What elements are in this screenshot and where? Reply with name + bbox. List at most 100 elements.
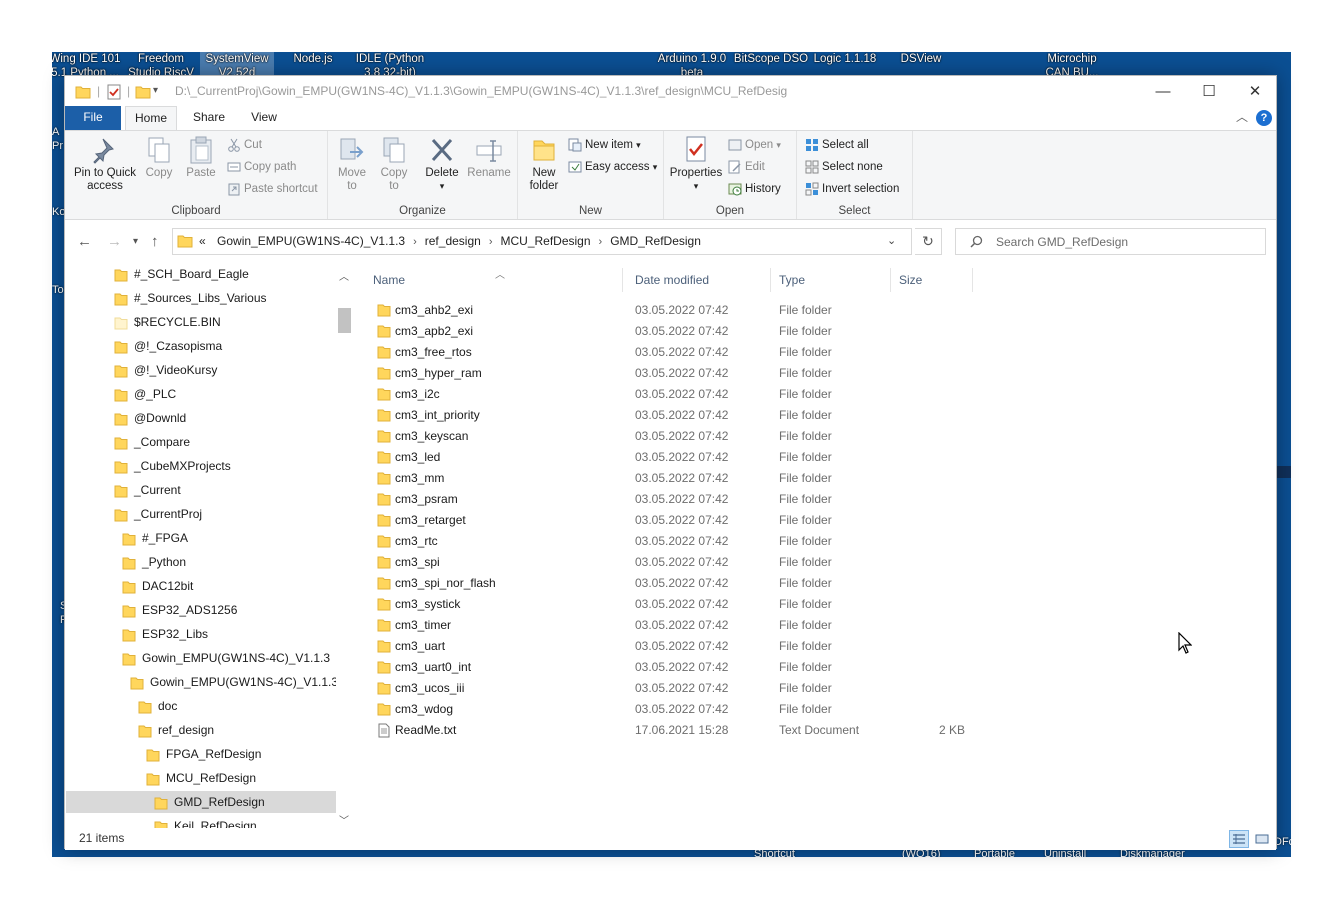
pin-to-quick-access-button[interactable]: Pin to Quick access: [71, 135, 139, 193]
breadcrumb-item[interactable]: MCU_RefDesign: [500, 234, 590, 248]
file-row[interactable]: cm3_psram 03.05.2022 07:42 File folder: [365, 489, 985, 510]
new-folder-button[interactable]: New folder: [522, 135, 566, 193]
file-row[interactable]: cm3_systick 03.05.2022 07:42 File folder: [365, 594, 985, 615]
move-to-button[interactable]: Move to: [334, 135, 370, 193]
history-button[interactable]: History: [728, 179, 781, 199]
column-header-size[interactable]: Size: [891, 268, 973, 292]
maximize-button[interactable]: ☐: [1186, 76, 1232, 106]
nav-tree-item[interactable]: #_SCH_Board_Eagle: [66, 264, 337, 285]
desktop-icon[interactable]: DSView: [888, 52, 954, 66]
delete-button[interactable]: Delete ▾: [422, 135, 462, 193]
chevron-right-icon[interactable]: ›: [489, 236, 493, 248]
navigation-pane[interactable]: #_SCH_Board_Eagle #_Sources_Libs_Various $…: [66, 264, 353, 828]
file-row[interactable]: cm3_ucos_iii 03.05.2022 07:42 File folder: [365, 678, 985, 699]
file-row[interactable]: cm3_retarget 03.05.2022 07:42 File folder: [365, 510, 985, 531]
nav-tree-item[interactable]: ESP32_ADS1256: [66, 599, 337, 621]
properties-button[interactable]: Properties ▾: [668, 135, 724, 193]
help-icon[interactable]: ?: [1256, 110, 1272, 126]
nav-tree-item[interactable]: _Compare: [66, 431, 337, 453]
nav-tree-item[interactable]: ref_design: [66, 719, 337, 741]
nav-tree-item[interactable]: _Python: [66, 551, 337, 573]
breadcrumb-overflow[interactable]: «: [199, 234, 206, 248]
nav-tree-item[interactable]: Gowin_EMPU(GW1NS-4C)_V1.1.3: [66, 671, 338, 693]
scroll-up-icon[interactable]: ︿: [339, 268, 349, 283]
edit-button[interactable]: Edit: [728, 157, 765, 177]
nav-tree-item[interactable]: @!_VideoKursy: [66, 359, 337, 381]
refresh-button[interactable]: ↻: [915, 228, 942, 255]
nav-tree-item[interactable]: FPGA_RefDesign: [66, 743, 337, 765]
nav-tree-item[interactable]: _CubeMXProjects: [66, 455, 337, 477]
desktop-icon[interactable]: BitScope DSO: [732, 52, 810, 66]
file-row[interactable]: cm3_spi 03.05.2022 07:42 File folder: [365, 552, 985, 573]
file-row[interactable]: cm3_ahb2_exi 03.05.2022 07:42 File folder: [365, 300, 985, 321]
nav-tree-item[interactable]: doc: [66, 695, 337, 717]
column-header-type[interactable]: Type: [771, 268, 891, 292]
up-arrow-icon[interactable]: ↑: [151, 233, 159, 250]
properties-quick-icon[interactable]: [107, 84, 121, 103]
invert-selection-button[interactable]: Invert selection: [805, 179, 899, 199]
open-button[interactable]: Open ▾: [728, 135, 781, 155]
scroll-down-icon[interactable]: ﹀: [339, 812, 349, 827]
chevron-right-icon[interactable]: ›: [599, 236, 603, 248]
copy-to-button[interactable]: Copy to: [376, 135, 412, 193]
nav-tree-item[interactable]: Gowin_EMPU(GW1NS-4C)_V1.1.3: [66, 647, 337, 669]
nav-tree-item[interactable]: #_Sources_Libs_Various: [66, 287, 337, 309]
scrollbar-thumb[interactable]: [338, 308, 351, 333]
tab-home[interactable]: Home: [125, 106, 177, 131]
back-arrow-icon[interactable]: ←: [77, 233, 92, 250]
file-row[interactable]: cm3_apb2_exi 03.05.2022 07:42 File folder: [365, 321, 985, 342]
large-icons-view-icon[interactable]: [1252, 830, 1272, 848]
file-row[interactable]: cm3_keyscan 03.05.2022 07:42 File folder: [365, 426, 985, 447]
cut-button[interactable]: Cut: [227, 135, 262, 155]
new-item-button[interactable]: New item ▾: [568, 135, 641, 155]
file-row[interactable]: cm3_wdog 03.05.2022 07:42 File folder: [365, 699, 985, 720]
nav-tree-item[interactable]: ESP32_Libs: [66, 623, 337, 645]
search-input[interactable]: Search GMD_RefDesign: [955, 228, 1266, 255]
details-view-icon[interactable]: [1229, 830, 1249, 848]
file-row[interactable]: cm3_int_priority 03.05.2022 07:42 File fol…: [365, 405, 985, 426]
desktop-icon[interactable]: Node.js: [280, 52, 346, 66]
close-button[interactable]: ✕: [1232, 76, 1278, 106]
minimize-button[interactable]: —: [1140, 76, 1186, 106]
column-header-date[interactable]: Date modified: [627, 268, 771, 292]
nav-tree-item[interactable]: _Current: [66, 479, 337, 501]
new-folder-quick-icon[interactable]: [135, 84, 151, 103]
breadcrumb-item[interactable]: ref_design: [425, 234, 481, 248]
forward-arrow-icon[interactable]: →: [107, 233, 122, 250]
file-row[interactable]: cm3_free_rtos 03.05.2022 07:42 File folder: [365, 342, 985, 363]
file-row[interactable]: cm3_mm 03.05.2022 07:42 File folder: [365, 468, 985, 489]
select-none-button[interactable]: Select none: [805, 157, 883, 177]
file-row[interactable]: cm3_hyper_ram 03.05.2022 07:42 File folder: [365, 363, 985, 384]
nav-tree-item[interactable]: _CurrentProj: [66, 503, 337, 525]
nav-tree-item[interactable]: MCU_RefDesign: [66, 767, 337, 789]
file-row[interactable]: cm3_led 03.05.2022 07:42 File folder: [365, 447, 985, 468]
select-all-button[interactable]: Select all: [805, 135, 869, 155]
file-row[interactable]: cm3_timer 03.05.2022 07:42 File folder: [365, 615, 985, 636]
paste-button[interactable]: Paste: [181, 135, 221, 180]
customize-quick-access-icon[interactable]: ▾: [153, 85, 158, 96]
nav-tree-item[interactable]: @_PLC: [66, 383, 337, 405]
chevron-right-icon[interactable]: ›: [413, 236, 417, 248]
nav-tree-item[interactable]: @Downld: [66, 407, 337, 429]
paste-shortcut-button[interactable]: Paste shortcut: [227, 179, 318, 199]
rename-button[interactable]: Rename: [466, 135, 512, 180]
tab-view[interactable]: View: [241, 106, 287, 130]
nav-tree-item[interactable]: #_FPGA: [66, 527, 337, 549]
file-row[interactable]: cm3_uart0_int 03.05.2022 07:42 File folder: [365, 657, 985, 678]
nav-tree-item[interactable]: GMD_RefDesign: [66, 791, 337, 813]
file-row[interactable]: cm3_i2c 03.05.2022 07:42 File folder: [365, 384, 985, 405]
recent-locations-icon[interactable]: ▾: [133, 236, 138, 247]
tab-file[interactable]: File: [65, 106, 121, 130]
file-row[interactable]: cm3_rtc 03.05.2022 07:42 File folder: [365, 531, 985, 552]
column-header-name[interactable]: Name ︿: [365, 268, 623, 292]
nav-tree-item[interactable]: $RECYCLE.BIN: [66, 311, 337, 333]
copy-path-button[interactable]: Copy path: [227, 157, 296, 177]
desktop-icon[interactable]: Logic 1.1.18: [812, 52, 878, 66]
easy-access-button[interactable]: Easy access ▾: [568, 157, 657, 177]
nav-tree-item[interactable]: Keil_RefDesign: [66, 815, 337, 828]
breadcrumb-item[interactable]: Gowin_EMPU(GW1NS-4C)_V1.1.3: [217, 234, 405, 248]
breadcrumb-item[interactable]: GMD_RefDesign: [610, 234, 701, 248]
file-row[interactable]: cm3_uart 03.05.2022 07:42 File folder: [365, 636, 985, 657]
nav-tree-item[interactable]: DAC12bit: [66, 575, 337, 597]
address-bar[interactable]: « Gowin_EMPU(GW1NS-4C)_V1.1.3 › ref_design…: [172, 228, 912, 255]
